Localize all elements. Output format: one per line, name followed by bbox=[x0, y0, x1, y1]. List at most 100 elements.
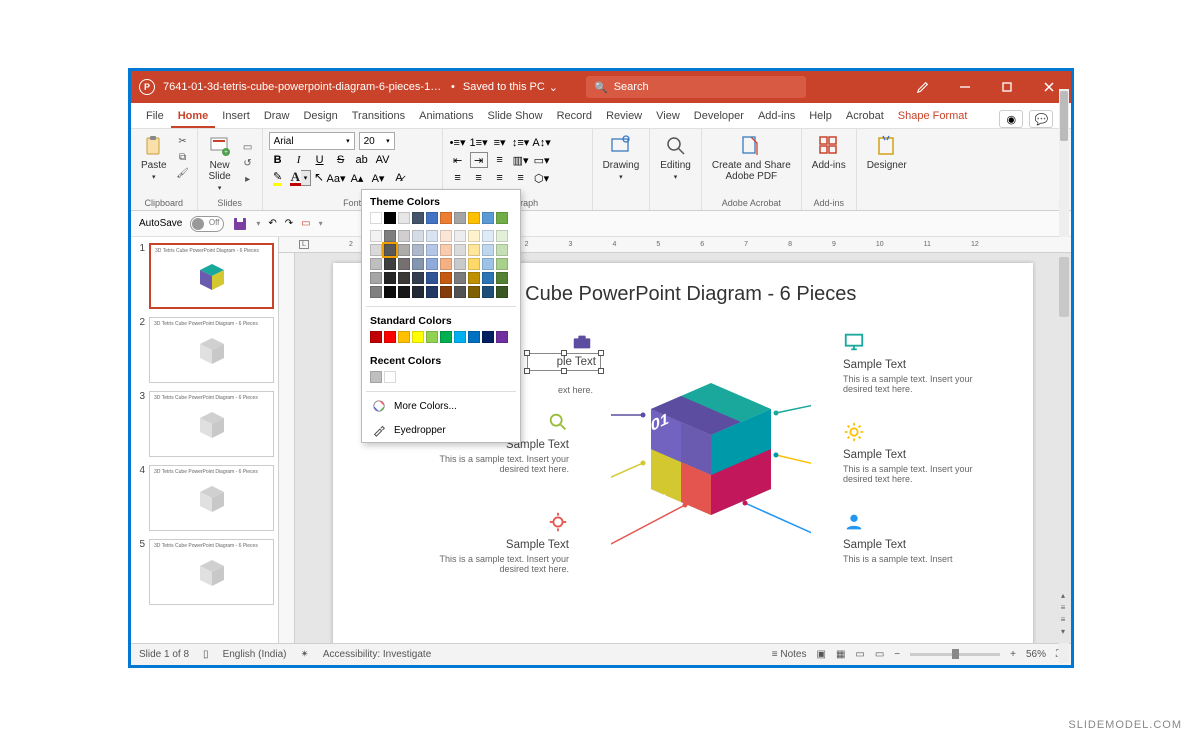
reading-view-icon[interactable]: ▭ bbox=[855, 649, 864, 660]
color-swatch[interactable] bbox=[454, 286, 466, 298]
color-swatch[interactable] bbox=[468, 272, 480, 284]
tab-acrobat[interactable]: Acrobat bbox=[839, 106, 891, 128]
selected-text-box[interactable]: ple Text bbox=[527, 353, 601, 371]
color-swatch[interactable] bbox=[482, 286, 494, 298]
addins-button[interactable]: Add-ins bbox=[808, 132, 850, 173]
change-case-button[interactable]: Aa▾ bbox=[327, 170, 345, 186]
color-swatch[interactable] bbox=[496, 230, 508, 242]
color-swatch[interactable] bbox=[440, 230, 452, 242]
grow-font-button[interactable]: A▴ bbox=[348, 170, 366, 186]
copy-icon[interactable]: ⧉ bbox=[175, 151, 191, 165]
color-swatch[interactable] bbox=[454, 258, 466, 270]
color-swatch[interactable] bbox=[468, 212, 480, 224]
align-justify2-button[interactable]: ≡ bbox=[512, 170, 530, 186]
color-swatch[interactable] bbox=[496, 244, 508, 256]
tab-home[interactable]: Home bbox=[171, 106, 216, 128]
increase-indent-button[interactable]: ⇥ bbox=[470, 152, 488, 168]
zoom-slider[interactable] bbox=[910, 653, 1000, 656]
decrease-indent-button[interactable]: ⇤ bbox=[449, 152, 467, 168]
color-swatch[interactable] bbox=[384, 258, 396, 270]
color-swatch[interactable] bbox=[482, 272, 494, 284]
cut-icon[interactable]: ✂ bbox=[175, 135, 191, 149]
text-direction-button[interactable]: A↕▾ bbox=[533, 134, 551, 150]
color-swatch[interactable] bbox=[482, 258, 494, 270]
clear-format-button[interactable]: A̷ bbox=[390, 170, 408, 186]
sorter-view-icon[interactable]: ▦ bbox=[836, 649, 845, 660]
new-slide-button[interactable]: + New Slide ▾ bbox=[204, 132, 236, 194]
color-swatch[interactable] bbox=[496, 258, 508, 270]
color-swatch[interactable] bbox=[454, 244, 466, 256]
tab-help[interactable]: Help bbox=[802, 106, 839, 128]
language-status[interactable]: English (India) bbox=[223, 649, 287, 660]
shrink-font-button[interactable]: A▾ bbox=[369, 170, 387, 186]
color-swatch[interactable] bbox=[412, 230, 424, 242]
align-justify-button[interactable]: ≡ bbox=[491, 152, 509, 168]
color-swatch[interactable] bbox=[412, 244, 424, 256]
color-swatch[interactable] bbox=[384, 286, 396, 298]
color-swatch[interactable] bbox=[426, 244, 438, 256]
color-swatch[interactable] bbox=[398, 230, 410, 242]
slide-thumbnail[interactable]: 3 3D Tetris Cube PowerPoint Diagram - 6 … bbox=[135, 391, 274, 457]
tab-developer[interactable]: Developer bbox=[687, 106, 751, 128]
start-slideshow-icon[interactable]: ▭ bbox=[301, 218, 310, 229]
color-swatch[interactable] bbox=[496, 272, 508, 284]
slide-thumbnail[interactable]: 4 3D Tetris Cube PowerPoint Diagram - 6 … bbox=[135, 465, 274, 531]
color-swatch[interactable] bbox=[496, 331, 508, 343]
bold-button[interactable]: B bbox=[269, 152, 287, 168]
chevron-down-icon[interactable]: ▾ bbox=[301, 170, 311, 186]
color-swatch[interactable] bbox=[468, 230, 480, 242]
undo-button[interactable]: ↶ bbox=[268, 218, 276, 229]
next-slide-icon[interactable]: ≡ bbox=[1057, 615, 1069, 625]
color-swatch[interactable] bbox=[370, 331, 382, 343]
color-swatch[interactable] bbox=[468, 244, 480, 256]
color-swatch[interactable] bbox=[482, 331, 494, 343]
color-swatch[interactable] bbox=[454, 272, 466, 284]
tab-insert[interactable]: Insert bbox=[215, 106, 257, 128]
color-swatch[interactable] bbox=[440, 272, 452, 284]
minimize-button[interactable] bbox=[951, 77, 979, 97]
adobe-pdf-button[interactable]: Create and Share Adobe PDF bbox=[708, 132, 795, 184]
tab-review[interactable]: Review bbox=[599, 106, 649, 128]
prev-slide-icon[interactable]: ≡ bbox=[1057, 603, 1069, 613]
color-swatch[interactable] bbox=[384, 331, 396, 343]
color-swatch[interactable] bbox=[468, 286, 480, 298]
color-swatch[interactable] bbox=[496, 286, 508, 298]
color-swatch[interactable] bbox=[496, 212, 508, 224]
tab-file[interactable]: File bbox=[139, 106, 171, 128]
color-swatch[interactable] bbox=[482, 244, 494, 256]
font-color-button[interactable]: A ▾ bbox=[290, 170, 311, 186]
color-swatch[interactable] bbox=[412, 286, 424, 298]
color-swatch[interactable] bbox=[426, 272, 438, 284]
tab-design[interactable]: Design bbox=[296, 106, 344, 128]
color-swatch[interactable] bbox=[440, 244, 452, 256]
color-swatch[interactable] bbox=[454, 212, 466, 224]
editing-button[interactable]: Editing ▾ bbox=[656, 132, 695, 183]
char-spacing-button[interactable]: AV bbox=[374, 152, 392, 168]
color-swatch[interactable] bbox=[398, 258, 410, 270]
slide-thumbnail[interactable]: 5 3D Tetris Cube PowerPoint Diagram - 6 … bbox=[135, 539, 274, 605]
tab-record[interactable]: Record bbox=[550, 106, 599, 128]
columns-button[interactable]: ▥▾ bbox=[512, 152, 530, 168]
color-swatch[interactable] bbox=[398, 286, 410, 298]
color-swatch[interactable] bbox=[482, 230, 494, 242]
color-swatch[interactable] bbox=[426, 258, 438, 270]
section-icon[interactable]: ▸ bbox=[240, 172, 256, 186]
redo-button[interactable]: ↷ bbox=[285, 218, 293, 229]
slide-thumbnail[interactable]: 2 3D Tetris Cube PowerPoint Diagram - 6 … bbox=[135, 317, 274, 383]
color-swatch[interactable] bbox=[468, 258, 480, 270]
line-spacing-button[interactable]: ↕≡▾ bbox=[512, 134, 530, 150]
reset-icon[interactable]: ↺ bbox=[240, 156, 256, 170]
bullets-button[interactable]: •≡▾ bbox=[449, 134, 467, 150]
strikethrough-button[interactable]: S bbox=[332, 152, 350, 168]
color-swatch[interactable] bbox=[384, 371, 396, 383]
eyedropper-button[interactable]: Eyedropper bbox=[362, 418, 520, 442]
comments-icon[interactable]: 💬 bbox=[1029, 110, 1053, 128]
pen-icon[interactable] bbox=[909, 77, 937, 97]
format-painter-icon[interactable]: 🖌 bbox=[175, 167, 191, 181]
underline-button[interactable]: U bbox=[311, 152, 329, 168]
color-swatch[interactable] bbox=[398, 212, 410, 224]
tab-draw[interactable]: Draw bbox=[257, 106, 297, 128]
tab-view[interactable]: View bbox=[649, 106, 687, 128]
italic-button[interactable]: I bbox=[290, 152, 308, 168]
smartart-button[interactable]: ⬡▾ bbox=[533, 170, 551, 186]
